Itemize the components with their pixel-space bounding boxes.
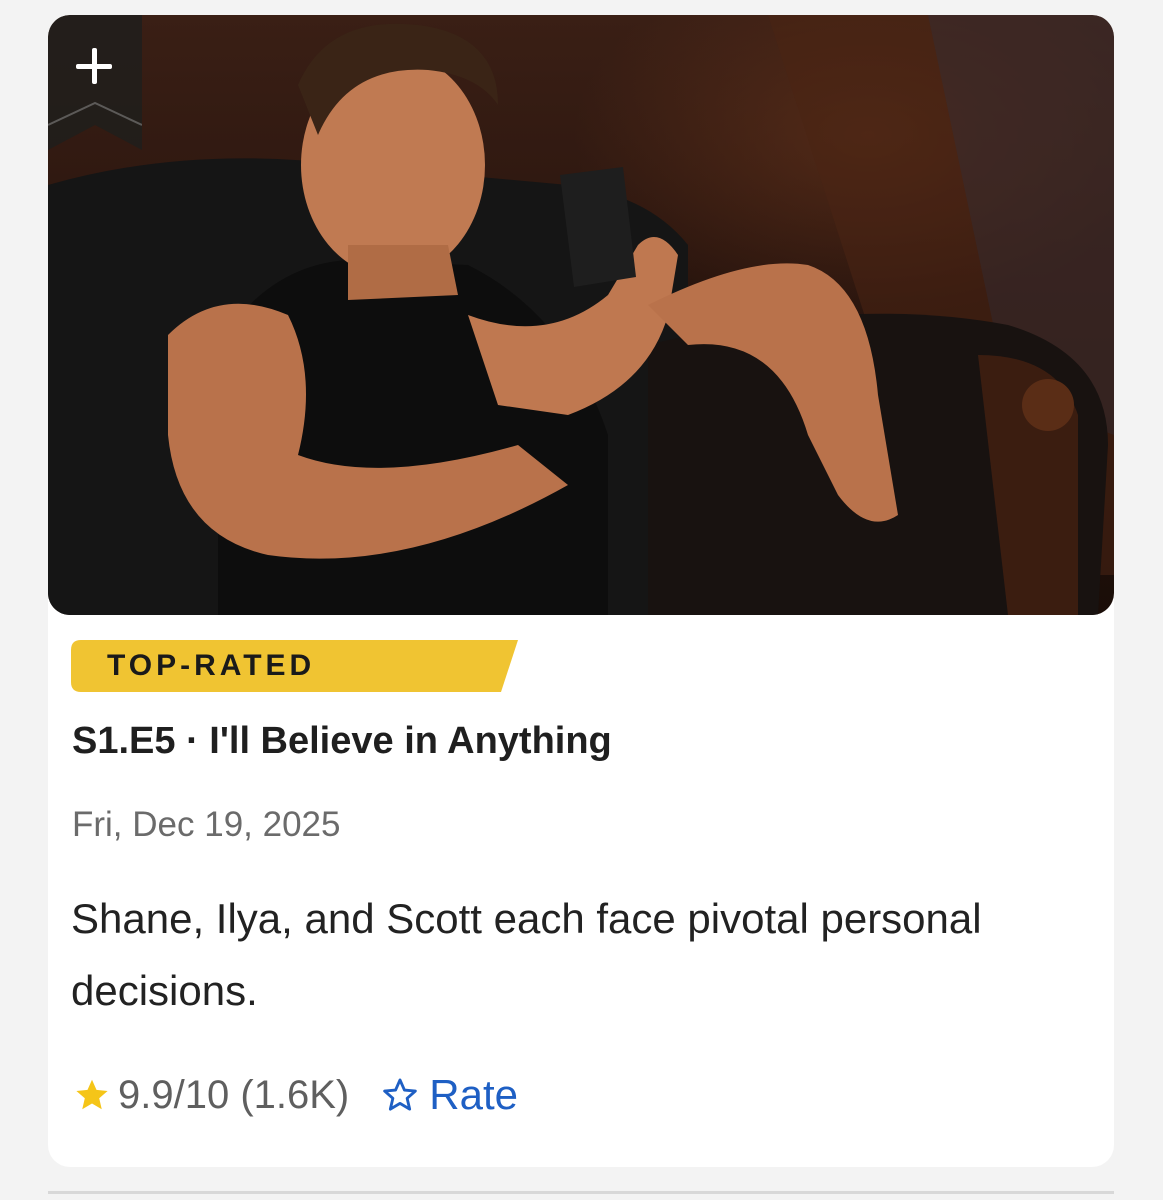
plus-icon (76, 48, 112, 84)
divider (48, 1191, 1114, 1194)
rating-value: 9.9/10 (1.6K) (118, 1072, 350, 1117)
star-icon (76, 1079, 108, 1110)
episode-thumbnail[interactable] (48, 15, 1114, 615)
star-outline-icon (383, 1078, 418, 1111)
rate-label: Rate (429, 1071, 518, 1118)
badge-label: TOP-RATED (107, 649, 316, 682)
rating-row: 9.9/10 (1.6K) Rate (74, 1067, 518, 1123)
episode-card[interactable]: TOP-RATED S1.E5 · I'll Believe in Anythi… (48, 15, 1114, 1167)
episode-date: Fri, Dec 19, 2025 (72, 805, 341, 844)
rate-button[interactable]: Rate (381, 1071, 518, 1119)
thumbnail-scene (48, 15, 1114, 615)
top-rated-badge: TOP-RATED (71, 640, 518, 692)
add-to-watchlist-button[interactable] (48, 15, 142, 155)
episode-title[interactable]: S1.E5 · I'll Believe in Anything (72, 720, 612, 763)
episode-description: Shane, Ilya, and Scott each face pivotal… (71, 895, 982, 1014)
